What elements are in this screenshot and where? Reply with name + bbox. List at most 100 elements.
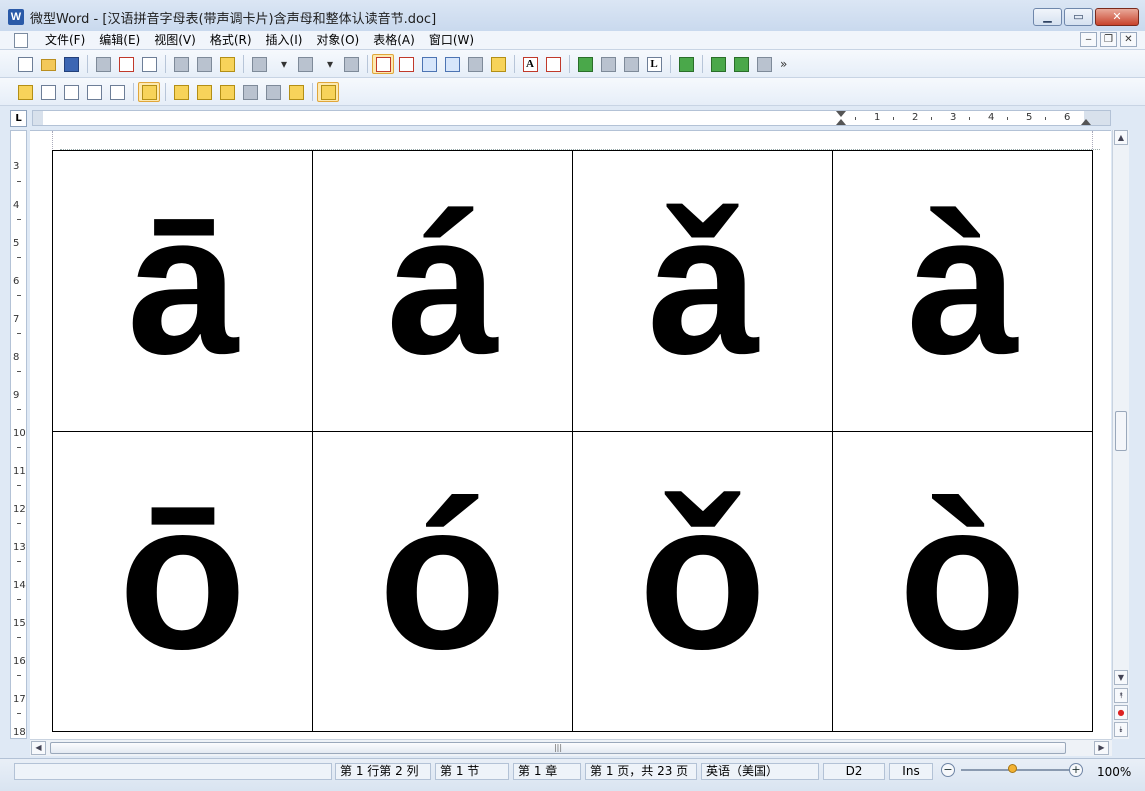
reject-change-button[interactable]	[239, 82, 261, 102]
pinyin-card-table[interactable]: ā á ǎ à ō ó ǒ ò	[52, 150, 1093, 732]
scroll-left-button[interactable]: ◀	[31, 741, 46, 755]
horizontal-scrollbar[interactable]: ◀ ||| ▶	[30, 739, 1112, 756]
ruler-number: 4	[988, 112, 995, 123]
shading-button[interactable]	[620, 54, 642, 74]
undo-button[interactable]	[248, 54, 270, 74]
spell-check-button[interactable]	[574, 54, 596, 74]
highlight-star-button[interactable]	[170, 82, 192, 102]
find-button[interactable]	[340, 54, 362, 74]
tab-stop-selector[interactable]: L	[10, 110, 27, 127]
browse-object-button[interactable]: ●	[1114, 705, 1128, 720]
document-canvas[interactable]: ā á ǎ à ō ó ǒ ò	[30, 130, 1111, 739]
object-button[interactable]	[753, 54, 775, 74]
vertical-scrollbar[interactable]: ▲ ▼ ⯭ ● ⯯	[1112, 130, 1129, 739]
show-marks-button[interactable]	[707, 54, 729, 74]
doc-close-button[interactable]: ✕	[1120, 32, 1137, 47]
scroll-right-button[interactable]: ▶	[1094, 741, 1109, 755]
menu-view[interactable]: 视图(V)	[147, 33, 203, 48]
horizontal-scroll-thumb[interactable]: |||	[50, 742, 1066, 754]
print-button[interactable]	[92, 54, 114, 74]
toolbar-overflow-icon[interactable]: »	[780, 57, 787, 71]
previous-page-button[interactable]: ⯭	[1114, 688, 1128, 703]
whole-page-button[interactable]	[418, 54, 440, 74]
vertical-ruler[interactable]: 3 4 5 6 7 8 9 10 11 12 13 14 15 16 17 18	[10, 130, 27, 739]
table-cell[interactable]: à	[832, 150, 1093, 432]
ruler-number: 14	[13, 580, 26, 591]
right-indent-marker[interactable]	[1081, 119, 1091, 125]
left-indent-marker[interactable]	[836, 119, 846, 125]
document-icon[interactable]	[14, 33, 28, 48]
zoom-out-button[interactable]: −	[941, 763, 955, 777]
next-comment-button[interactable]	[106, 82, 128, 102]
menu-file[interactable]: 文件(F)	[38, 33, 92, 48]
page-width-button[interactable]	[395, 54, 417, 74]
doc-minimize-button[interactable]: ‒	[1080, 32, 1097, 47]
edit-notes-button[interactable]	[285, 82, 307, 102]
frame-button[interactable]: L	[643, 54, 665, 74]
menu-window[interactable]: 窗口(W)	[422, 33, 481, 48]
table-cell[interactable]: ò	[832, 431, 1093, 732]
new-comment-button[interactable]	[14, 82, 36, 102]
columns-button[interactable]	[597, 54, 619, 74]
table-cell[interactable]: ō	[52, 431, 313, 732]
word-app-icon[interactable]: W	[8, 9, 24, 25]
zoom-percent-button[interactable]	[487, 54, 509, 74]
ruler-tick	[969, 117, 970, 120]
zoom-slider-thumb[interactable]	[1008, 764, 1017, 773]
track-changes-button[interactable]	[730, 54, 752, 74]
next-page-button[interactable]: ⯯	[1114, 722, 1128, 737]
paste-button[interactable]	[216, 54, 238, 74]
scroll-down-button[interactable]: ▼	[1114, 670, 1128, 685]
menu-table[interactable]: 表格(A)	[366, 33, 422, 48]
zoom-button[interactable]	[464, 54, 486, 74]
actual-size-button[interactable]	[372, 54, 394, 74]
table-cell[interactable]: ǎ	[572, 150, 833, 432]
menu-object[interactable]: 对象(O)	[309, 33, 366, 48]
menu-edit[interactable]: 编辑(E)	[92, 33, 147, 48]
table-row: ō ó ǒ ò	[52, 431, 1093, 732]
close-button[interactable]: ✕	[1095, 8, 1139, 26]
horizontal-ruler[interactable]: 1 2 3 4 5 6	[32, 110, 1111, 126]
menu-insert[interactable]: 插入(I)	[259, 33, 310, 48]
minimize-button[interactable]: ▁	[1033, 8, 1062, 26]
redo-dropdown[interactable]: ▾	[317, 54, 339, 74]
reject-all-button[interactable]	[262, 82, 284, 102]
maximize-button[interactable]: ▭	[1064, 8, 1093, 26]
table-cell[interactable]: ó	[312, 431, 573, 732]
first-line-indent-marker[interactable]	[836, 111, 846, 117]
paragraph-format-button[interactable]	[542, 54, 564, 74]
edit-comment-button[interactable]	[37, 82, 59, 102]
menu-format[interactable]: 格式(R)	[203, 33, 259, 48]
new-document-button[interactable]	[14, 54, 36, 74]
open-button[interactable]	[37, 54, 59, 74]
copy-button[interactable]	[193, 54, 215, 74]
table-cell[interactable]: á	[312, 150, 573, 432]
status-insert-mode[interactable]: Ins	[889, 763, 933, 780]
columns-icon	[600, 56, 616, 72]
vertical-scroll-thumb[interactable]	[1115, 411, 1127, 451]
doc-restore-button[interactable]: ❐	[1100, 32, 1117, 47]
status-language[interactable]: 英语（美国）	[701, 763, 819, 780]
two-pages-button[interactable]	[441, 54, 463, 74]
table-cell[interactable]: ǒ	[572, 431, 833, 732]
zoom-in-button[interactable]: +	[1069, 763, 1083, 777]
undo-dropdown[interactable]: ▾	[271, 54, 293, 74]
prev-comment-button[interactable]	[83, 82, 105, 102]
link-button[interactable]	[675, 54, 697, 74]
table-cell[interactable]: ā	[52, 150, 313, 432]
folder-icon	[40, 59, 56, 71]
font-color-button[interactable]: A	[519, 54, 541, 74]
print-preview-button[interactable]	[138, 54, 160, 74]
export-pdf-button[interactable]	[115, 54, 137, 74]
accept-change-button[interactable]	[193, 82, 215, 102]
delete-comment-button[interactable]	[60, 82, 82, 102]
chevron-down-icon: ▾	[280, 57, 288, 71]
redo-button[interactable]	[294, 54, 316, 74]
scroll-up-button[interactable]: ▲	[1114, 130, 1128, 145]
save-button[interactable]	[60, 54, 82, 74]
revision-mode-button[interactable]	[317, 82, 339, 102]
minimize-icon: ▁	[1043, 10, 1052, 23]
accept-all-button[interactable]	[216, 82, 238, 102]
show-comments-button[interactable]	[138, 82, 160, 102]
cut-button[interactable]	[170, 54, 192, 74]
